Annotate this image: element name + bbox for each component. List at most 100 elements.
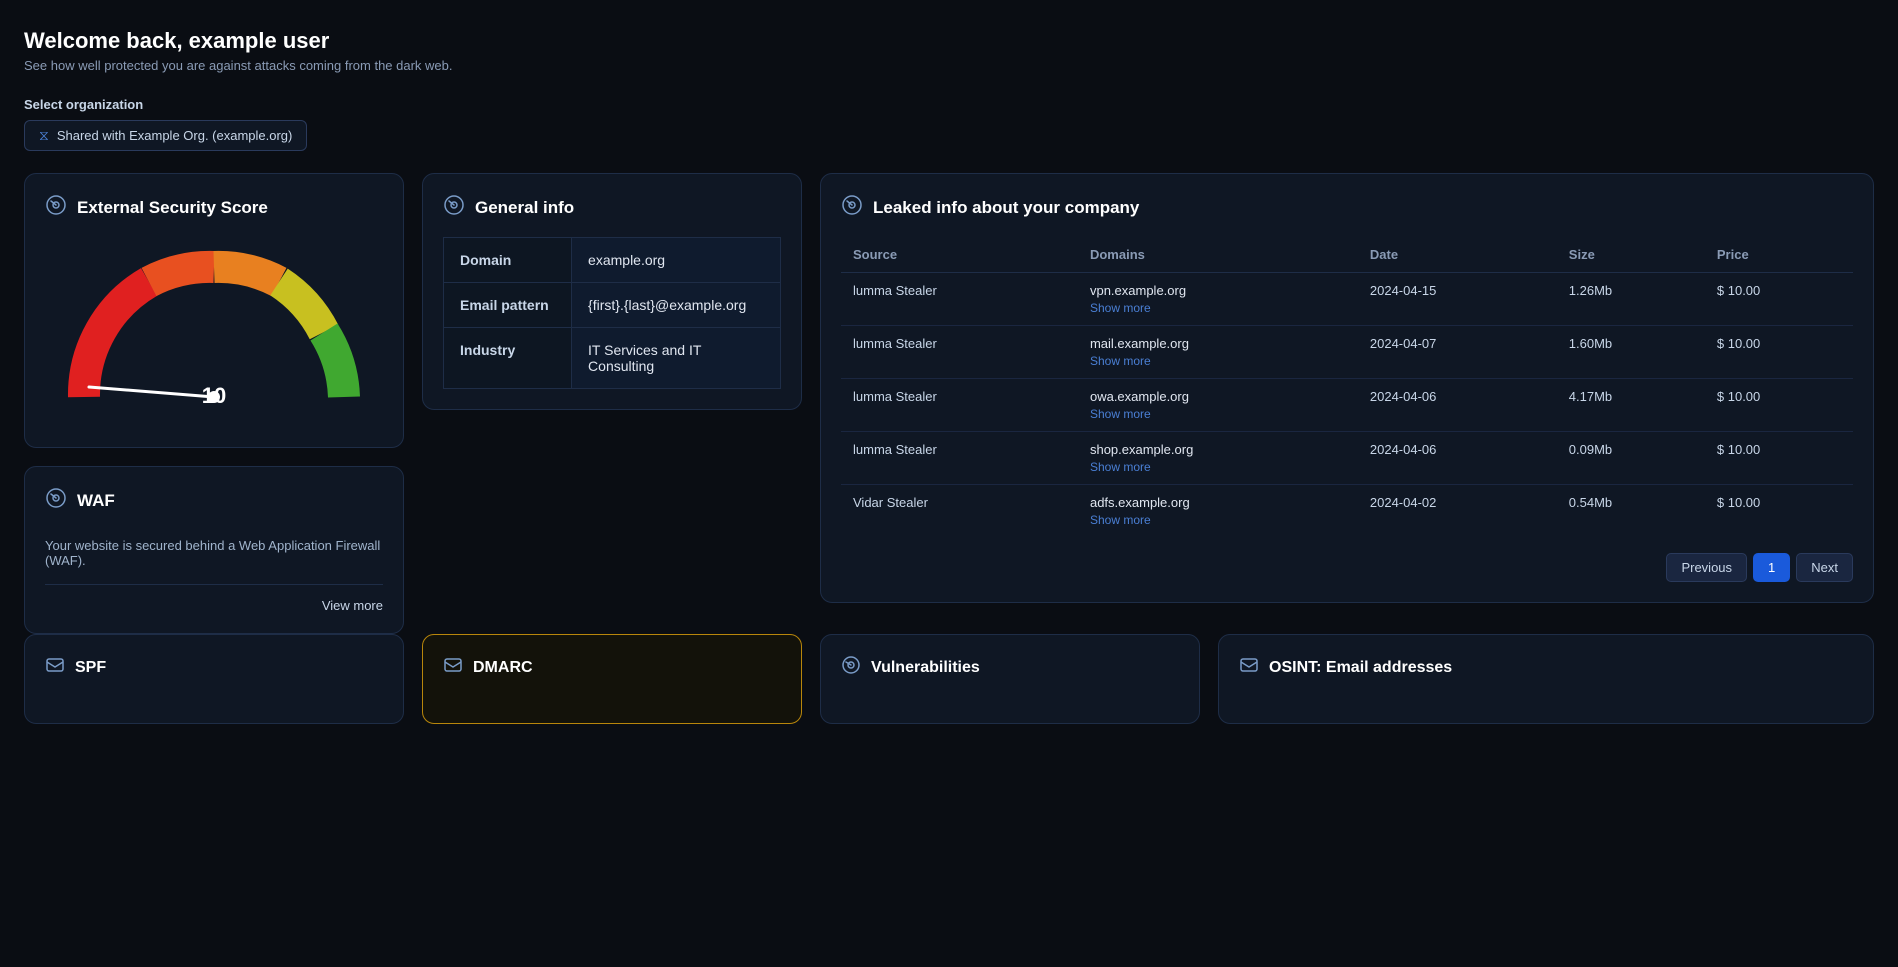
domain-cell: shop.example.org Show more (1078, 432, 1358, 485)
show-more-link[interactable]: Show more (1090, 513, 1346, 527)
security-score-card: External Security Score (24, 173, 404, 448)
right-column: Leaked info about your company SourceDom… (820, 173, 1874, 634)
org-selector-dropdown[interactable]: ⧖ Shared with Example Org. (example.org) (24, 120, 307, 151)
source-cell: Vidar Stealer (841, 485, 1078, 538)
domain-cell: vpn.example.org Show more (1078, 273, 1358, 326)
date-cell: 2024-04-07 (1358, 326, 1557, 379)
dmarc-icon (443, 655, 463, 680)
org-selector-value: Shared with Example Org. (example.org) (57, 128, 293, 143)
general-info-icon (443, 194, 465, 221)
size-cell: 1.26Mb (1557, 273, 1705, 326)
leaked-info-icon (841, 194, 863, 221)
waf-gauge-icon (45, 487, 67, 514)
bottom-card-header-dmarc: DMARC (443, 655, 781, 680)
date-cell: 2024-04-06 (1358, 432, 1557, 485)
general-info-title: General info (475, 198, 574, 218)
table-row: Domain example.org (444, 238, 781, 283)
waf-card: WAF Your website is secured behind a Web… (24, 466, 404, 634)
source-cell: lumma Stealer (841, 432, 1078, 485)
filter-icon: ⧖ (39, 127, 49, 144)
domain-name: shop.example.org (1090, 442, 1193, 457)
info-value: IT Services and IT Consulting (572, 328, 781, 389)
price-cell: $ 10.00 (1705, 432, 1853, 485)
table-header: Date (1358, 237, 1557, 273)
info-label: Email pattern (444, 283, 572, 328)
source-cell: lumma Stealer (841, 379, 1078, 432)
table-row: Industry IT Services and IT Consulting (444, 328, 781, 389)
price-cell: $ 10.00 (1705, 485, 1853, 538)
table-row: lumma Stealer shop.example.org Show more… (841, 432, 1853, 485)
osint-icon (1239, 655, 1259, 680)
date-cell: 2024-04-15 (1358, 273, 1557, 326)
show-more-link[interactable]: Show more (1090, 407, 1346, 421)
show-more-link[interactable]: Show more (1090, 460, 1346, 474)
waf-view-more-button[interactable]: View more (322, 598, 383, 613)
leaked-info-table: SourceDomainsDateSizePrice lumma Stealer… (841, 237, 1853, 537)
vulnerabilities-icon (841, 655, 861, 680)
table-row: Vidar Stealer adfs.example.org Show more… (841, 485, 1853, 538)
table-header: Source (841, 237, 1078, 273)
size-cell: 0.09Mb (1557, 432, 1705, 485)
score-number: 10 (202, 383, 226, 409)
info-value: {first}.{last}@example.org (572, 283, 781, 328)
general-info-card: General info Domain example.org Email pa… (422, 173, 802, 410)
waf-footer: View more (45, 584, 383, 613)
size-cell: 0.54Mb (1557, 485, 1705, 538)
domain-name: adfs.example.org (1090, 495, 1190, 510)
bottom-card-title-dmarc: DMARC (473, 659, 533, 677)
page-title: Welcome back, example user (24, 28, 1874, 54)
bottom-grid: SPF DMARC Vulnerabilities OSINT: Email a… (24, 634, 1874, 724)
bottom-card-vulnerabilities: Vulnerabilities (820, 634, 1200, 724)
table-row: Email pattern {first}.{last}@example.org (444, 283, 781, 328)
table-row: lumma Stealer vpn.example.org Show more … (841, 273, 1853, 326)
leaked-info-card: Leaked info about your company SourceDom… (820, 173, 1874, 603)
price-cell: $ 10.00 (1705, 326, 1853, 379)
prev-page-button[interactable]: Previous (1666, 553, 1747, 582)
domain-name: mail.example.org (1090, 336, 1189, 351)
bottom-card-header-spf: SPF (45, 655, 383, 680)
source-cell: lumma Stealer (841, 326, 1078, 379)
gauge-container: 10 (45, 237, 383, 427)
bottom-card-osint: OSINT: Email addresses (1218, 634, 1874, 724)
gauge-icon (45, 194, 67, 221)
bottom-card-title-vulnerabilities: Vulnerabilities (871, 659, 980, 677)
waf-header: WAF (45, 487, 383, 514)
security-score-header: External Security Score (45, 194, 383, 221)
bottom-card-header-osint: OSINT: Email addresses (1239, 655, 1853, 680)
price-cell: $ 10.00 (1705, 379, 1853, 432)
info-value: example.org (572, 238, 781, 283)
table-header: Domains (1078, 237, 1358, 273)
show-more-link[interactable]: Show more (1090, 354, 1346, 368)
general-info-header: General info (443, 194, 781, 221)
middle-column: General info Domain example.org Email pa… (422, 173, 802, 634)
bottom-card-title-osint: OSINT: Email addresses (1269, 659, 1452, 677)
show-more-link[interactable]: Show more (1090, 301, 1346, 315)
source-cell: lumma Stealer (841, 273, 1078, 326)
pagination: Previous 1 Next (841, 553, 1853, 582)
next-page-button[interactable]: Next (1796, 553, 1853, 582)
page-subtitle: See how well protected you are against a… (24, 58, 1874, 73)
table-row: lumma Stealer mail.example.org Show more… (841, 326, 1853, 379)
bottom-card-header-vulnerabilities: Vulnerabilities (841, 655, 1179, 680)
date-cell: 2024-04-02 (1358, 485, 1557, 538)
domain-name: vpn.example.org (1090, 283, 1186, 298)
security-score-title: External Security Score (77, 198, 268, 218)
info-label: Domain (444, 238, 572, 283)
page-header: Welcome back, example user See how well … (24, 28, 1874, 73)
leaked-info-title: Leaked info about your company (873, 198, 1139, 218)
price-cell: $ 10.00 (1705, 273, 1853, 326)
spf-icon (45, 655, 65, 680)
table-header: Size (1557, 237, 1705, 273)
domain-cell: adfs.example.org Show more (1078, 485, 1358, 538)
domain-name: owa.example.org (1090, 389, 1189, 404)
bottom-card-title-spf: SPF (75, 659, 106, 677)
domain-cell: mail.example.org Show more (1078, 326, 1358, 379)
bottom-card-spf: SPF (24, 634, 404, 724)
left-column: External Security Score (24, 173, 404, 634)
dashboard-grid: External Security Score (24, 173, 1874, 634)
size-cell: 4.17Mb (1557, 379, 1705, 432)
table-row: lumma Stealer owa.example.org Show more … (841, 379, 1853, 432)
current-page-button[interactable]: 1 (1753, 553, 1790, 582)
domain-cell: owa.example.org Show more (1078, 379, 1358, 432)
info-label: Industry (444, 328, 572, 389)
